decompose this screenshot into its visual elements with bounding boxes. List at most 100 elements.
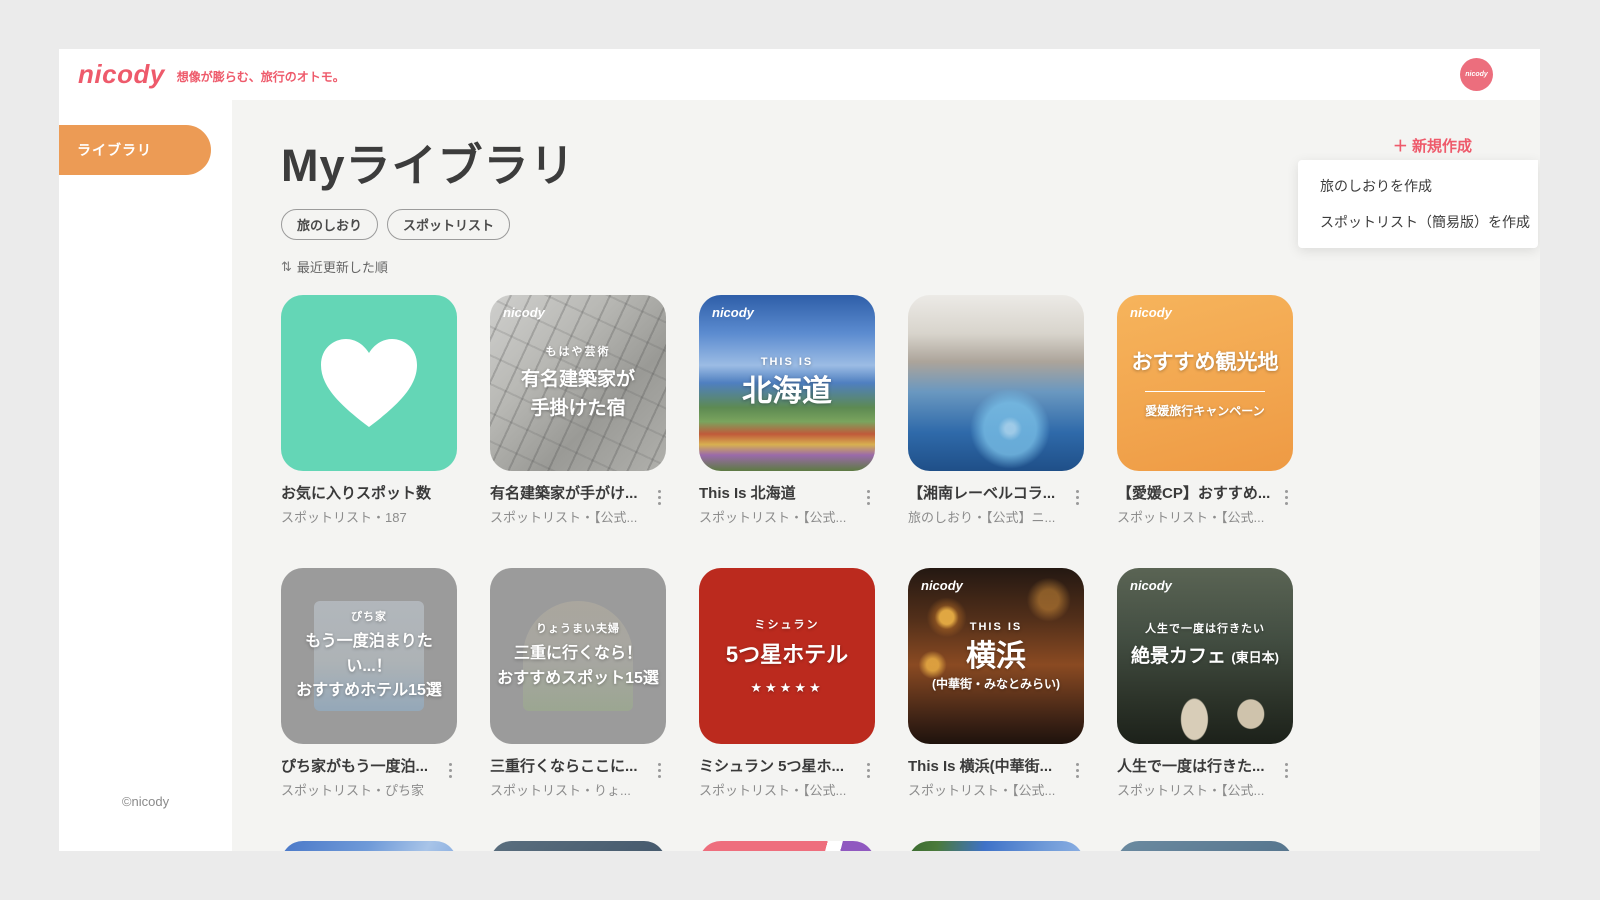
overlay-tag: ぴち家 <box>351 610 387 623</box>
library-card: nicody THIS IS 横浜 (中華街・みなとみらい) This Is 横… <box>908 568 1084 799</box>
card-title: This Is 横浜(中華街... <box>908 758 1053 775</box>
library-card: 【湘南レーベルコラ... 旅のしおり・【公式】ニ... <box>908 295 1084 526</box>
card-subtitle: 旅のしおり・【公式】ニ... <box>908 510 1056 525</box>
card-menu-button[interactable] <box>1070 482 1084 526</box>
library-card: りょうまい夫婦 三重に行くなら！ おすすめスポット15選 三重行くならここに..… <box>490 568 666 799</box>
overlay-title: おすすめ観光地 <box>1131 350 1279 374</box>
card-grid: お気に入りスポット数 スポットリスト・187 nicody もはや芸術 有名建築… <box>281 295 1540 851</box>
overlay-title: 横浜 <box>966 639 1026 673</box>
overlay-tag: もはや芸術 <box>545 345 611 358</box>
card-thumbnail[interactable] <box>281 295 457 471</box>
overlay-subtitle: (中華街・みなとみらい) <box>932 676 1060 691</box>
overlay-title: 三重に行くなら！ <box>513 645 642 663</box>
card-title: ぴち家がもう一度泊... <box>281 758 429 775</box>
card-subtitle: スポットリスト・【公式... <box>1117 783 1265 798</box>
card-subtitle: スポットリスト・【公式... <box>1117 510 1265 525</box>
library-card: ミシュラン 5つ星ホテル ★★★★★ ミシュラン 5つ星ホ... スポットリスト… <box>699 568 875 799</box>
header: nicody 想像が膨らむ、旅行のオトモ。 nicody <box>59 49 1540 100</box>
card-title: ミシュラン 5つ星ホ... <box>699 758 845 775</box>
overlay-title: もう一度泊まりたい...！ <box>305 632 433 675</box>
sort-arrows-icon: ⇅ <box>281 258 292 274</box>
card-thumbnail[interactable]: nicody おすすめ観光地 愛媛旅行キャンペーン <box>1117 295 1293 471</box>
card-title: 人生で一度は行きた... <box>1117 758 1265 775</box>
avatar[interactable]: nicody <box>1460 58 1493 91</box>
library-card: ぴち家 もう一度泊まりたい...！ おすすめホテル15選 ぴち家がもう一度泊..… <box>281 568 457 799</box>
library-card-partial <box>699 841 875 851</box>
filter-chip-shiori[interactable]: 旅のしおり <box>281 209 379 240</box>
overlay-title-suffix: (東日本) <box>1231 650 1279 665</box>
card-subtitle: スポットリスト・【公式... <box>699 510 847 525</box>
heart-icon <box>321 339 417 427</box>
sort-control[interactable]: ⇅ 最近更新した順 <box>281 257 1540 276</box>
card-menu-button[interactable] <box>443 755 457 799</box>
overlay-tag: りょうまい夫婦 <box>536 623 620 636</box>
card-subtitle: スポットリスト・ぴち家 <box>281 783 425 798</box>
card-thumbnail[interactable]: nicody <box>1117 841 1293 851</box>
overlay-divider <box>1145 391 1265 393</box>
card-menu-button[interactable] <box>1279 755 1293 799</box>
library-card: nicody もはや芸術 有名建築家が 手掛けた宿 有名建築家が手がけ... ス… <box>490 295 666 526</box>
card-thumbnail[interactable]: ぴち家 もう一度泊まりたい...！ おすすめホテル15選 <box>281 568 457 744</box>
card-title: 三重行くならここに... <box>490 758 638 775</box>
card-thumbnail[interactable]: nicody 人生で一度は行きたい 絶景カフェ (東日本) <box>1117 568 1293 744</box>
tagline: 想像が膨らむ、旅行のオトモ。 <box>176 70 345 84</box>
overlay-title: 北海道 <box>742 375 832 408</box>
overlay-subtitle: 愛媛旅行キャンペーン <box>1145 404 1265 419</box>
app-window: nicody 想像が膨らむ、旅行のオトモ。 nicody ライブラリ ©nico… <box>59 49 1540 851</box>
card-thumbnail[interactable] <box>908 295 1084 471</box>
card-menu-button[interactable] <box>861 755 875 799</box>
sidebar-item-label: ライブラリ <box>77 142 152 158</box>
card-thumbnail[interactable]: nicody もはや芸術 有名建築家が 手掛けた宿 <box>490 295 666 471</box>
overlay-title2: おすすめスポット15選 <box>497 670 659 687</box>
card-menu-button[interactable] <box>1070 755 1084 799</box>
card-title: This Is 北海道 <box>699 485 796 502</box>
filter-chip-spotlist[interactable]: スポットリスト <box>387 209 511 240</box>
sidebar-item-library[interactable]: ライブラリ <box>59 125 211 175</box>
card-thumbnail[interactable]: ミシュラン 5つ星ホテル ★★★★★ <box>699 568 875 744</box>
card-title: 有名建築家が手がけ... <box>490 485 638 502</box>
copyright: ©nicody <box>121 794 170 809</box>
overlay-title2: 手掛けた宿 <box>530 398 626 419</box>
card-menu-button[interactable] <box>861 482 875 526</box>
nicody-watermark: nicody <box>503 305 545 320</box>
card-menu-button[interactable] <box>652 755 666 799</box>
library-card-partial: nicody <box>490 841 666 851</box>
card-thumbnail[interactable]: nicody THIS IS 北海道 <box>699 295 875 471</box>
card-menu-button[interactable] <box>652 482 666 526</box>
menu-item-create-spotlist[interactable]: スポットリスト（簡易版）を作成 <box>1298 204 1538 240</box>
library-card-partial: nicody <box>281 841 457 851</box>
card-subtitle: スポットリスト・【公式... <box>908 783 1056 798</box>
overlay-title: 5つ星ホテル <box>725 641 849 667</box>
card-subtitle: スポットリスト・【公式... <box>699 783 847 798</box>
nicody-watermark: nicody <box>921 578 963 593</box>
card-title: 【愛媛CP】おすすめ... <box>1117 485 1271 502</box>
library-card-favorites: お気に入りスポット数 スポットリスト・187 <box>281 295 457 526</box>
card-title: 【湘南レーベルコラ... <box>908 485 1056 502</box>
card-title: お気に入りスポット数 <box>281 485 432 502</box>
card-thumbnail[interactable]: りょうまい夫婦 三重に行くなら！ おすすめスポット15選 <box>490 568 666 744</box>
nicody-watermark: nicody <box>712 305 754 320</box>
library-card-partial: nicody <box>1117 841 1293 851</box>
card-thumbnail[interactable]: nicody <box>281 841 457 851</box>
nicody-logo[interactable]: nicody <box>78 59 165 90</box>
create-dropdown-menu: 旅のしおりを作成 スポットリスト（簡易版）を作成 <box>1298 160 1538 248</box>
nicody-watermark: nicody <box>1130 305 1172 320</box>
library-card-partial: nicody <box>908 841 1084 851</box>
card-thumbnail[interactable]: nicody THIS IS 横浜 (中華街・みなとみらい) <box>908 568 1084 744</box>
star-rating: ★★★★★ <box>750 680 824 696</box>
card-thumbnail[interactable]: nicody <box>490 841 666 851</box>
overlay-title: 絶景カフェ <box>1131 646 1227 667</box>
nicody-watermark: nicody <box>1130 578 1172 593</box>
new-create-button[interactable]: ＋ 新規作成 <box>1393 135 1472 156</box>
card-subtitle: スポットリスト・りょ... <box>490 783 631 798</box>
card-subtitle: スポットリスト・187 <box>281 510 407 525</box>
card-thumbnail[interactable] <box>699 841 875 851</box>
library-card: nicody おすすめ観光地 愛媛旅行キャンペーン 【愛媛CP】おすすめ... … <box>1117 295 1293 526</box>
menu-item-create-shiori[interactable]: 旅のしおりを作成 <box>1298 168 1538 204</box>
card-thumbnail[interactable]: nicody <box>908 841 1084 851</box>
card-menu-button[interactable] <box>1279 482 1293 526</box>
overlay-title: 有名建築家が <box>520 368 635 390</box>
library-card: nicody 人生で一度は行きたい 絶景カフェ (東日本) 人生で一度は行きた.… <box>1117 568 1293 799</box>
library-card: nicody THIS IS 北海道 This Is 北海道 スポットリスト・【… <box>699 295 875 526</box>
overlay-tag: THIS IS <box>760 356 814 368</box>
